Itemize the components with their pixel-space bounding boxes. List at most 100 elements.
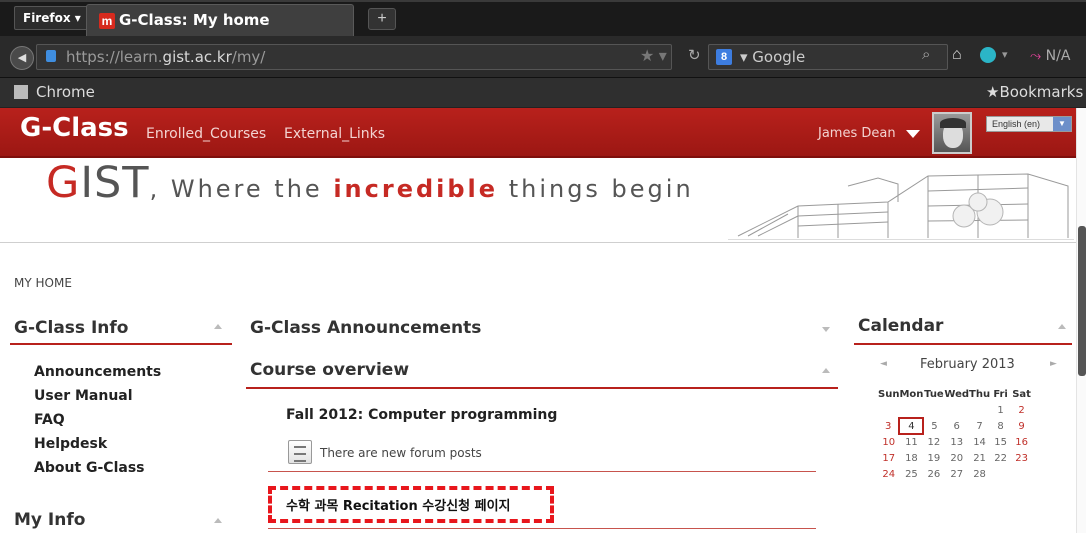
calendar-day[interactable]: 21 [969, 450, 990, 466]
nav-external-links[interactable]: External_Links [284, 126, 385, 142]
reload-icon[interactable]: ↻ [688, 46, 701, 64]
course-link[interactable]: Fall 2012: Computer programming [286, 407, 557, 423]
bookmark-folder-chrome[interactable]: Chrome [36, 83, 95, 101]
page-scrollbar[interactable] [1076, 108, 1086, 533]
calendar-grid: Sun Mon Tue Wed Thu Fri Sat 1 2 3 4 5 6 7 8 9 10 11 12 13 1… [878, 386, 1033, 482]
collapse-icon[interactable] [1058, 324, 1066, 329]
bookmarks-menu-label: Bookmarks [999, 83, 1084, 101]
calendar-empty-cell [878, 402, 899, 418]
calendar-day[interactable]: 8 [990, 418, 1011, 434]
tab-title: G-Class: My home [119, 11, 270, 29]
calendar-day[interactable]: 20 [944, 450, 969, 466]
back-arrow-icon[interactable]: ◀ [10, 46, 34, 70]
calendar-day[interactable]: 1 [990, 402, 1011, 418]
forum-icon [288, 440, 312, 464]
link-faq[interactable]: FAQ [34, 408, 161, 432]
calendar-day[interactable]: 14 [969, 434, 990, 450]
course-overview-title[interactable]: Course overview [250, 360, 409, 380]
block-rule [246, 387, 838, 389]
calendar-month-label[interactable]: February 2013 [920, 357, 1015, 372]
calendar-day[interactable]: 3 [878, 418, 899, 434]
calendar-day[interactable]: 18 [899, 450, 923, 466]
url-text[interactable]: https://learn.gist.ac.kr/my/ [66, 48, 265, 66]
announcements-title[interactable]: G-Class Announcements [250, 318, 481, 338]
calendar-day[interactable]: 25 [899, 466, 923, 482]
breadcrumb[interactable]: MY HOME [14, 276, 72, 290]
calendar-prev-icon[interactable]: ◄ [880, 359, 887, 369]
calendar-day[interactable]: 15 [990, 434, 1011, 450]
calendar-day[interactable]: 27 [944, 466, 969, 482]
bookmark-star-icon[interactable]: ★ ▾ [640, 46, 667, 66]
slogan-ist: IST [80, 158, 150, 208]
search-icon[interactable]: ⌕ [922, 46, 930, 63]
collapse-icon[interactable] [822, 368, 830, 373]
my-info-title[interactable]: My Info [14, 510, 85, 530]
google-icon[interactable]: 8 [716, 49, 732, 65]
forum-notice: There are new forum posts [320, 446, 482, 460]
firefox-menu-button[interactable]: Firefox ▾ [14, 6, 90, 30]
bookmarks-star-icon: ★ [986, 83, 1000, 101]
calendar-title[interactable]: Calendar [858, 316, 943, 336]
collapse-icon[interactable] [214, 518, 222, 523]
avatar[interactable] [932, 112, 972, 154]
calendar-day[interactable]: 16 [1011, 434, 1032, 450]
folder-icon [14, 85, 28, 99]
expand-icon[interactable] [822, 327, 830, 332]
calendar-day[interactable]: 22 [990, 450, 1011, 466]
calendar-day[interactable]: 11 [899, 434, 923, 450]
user-menu[interactable]: James Dean [818, 126, 896, 141]
calendar-day[interactable]: 19 [923, 450, 944, 466]
calendar-empty-cell [1011, 466, 1032, 482]
bookmarks-menu[interactable]: ★Bookmarks [986, 83, 1083, 101]
calendar-day[interactable]: 13 [944, 434, 969, 450]
link-announcements[interactable]: Announcements [34, 360, 161, 384]
link-about-g-class[interactable]: About G-Class [34, 456, 161, 480]
user-menu-caret-icon[interactable] [906, 130, 920, 138]
calendar-day[interactable]: 26 [923, 466, 944, 482]
calendar-day-header: Sun [878, 388, 900, 400]
calendar-day[interactable]: 10 [878, 434, 899, 450]
calendar-day[interactable]: 17 [878, 450, 899, 466]
language-select-value: English (en) [992, 119, 1041, 129]
url-domain: gist.ac.kr [162, 48, 232, 66]
calendar-day[interactable]: 4 [898, 417, 925, 435]
calendar-day[interactable]: 9 [1011, 418, 1032, 434]
new-tab-button[interactable]: + [368, 8, 396, 30]
calendar-day-header: Mon [899, 388, 924, 400]
calendar-next-icon[interactable]: ► [1050, 359, 1057, 369]
bookmarks-toolbar [0, 78, 1086, 108]
search-engine-label[interactable]: ▾ Google [740, 48, 805, 66]
slogan-where: Where the [160, 175, 334, 203]
calendar-day[interactable]: 23 [1011, 450, 1032, 466]
recitation-course-link[interactable]: 수학 과목 Recitation 수강신청 페이지 [286, 495, 511, 514]
scrollbar-thumb[interactable] [1078, 226, 1086, 376]
slogan-rest: things begin [498, 175, 694, 203]
url-path: /my/ [231, 48, 266, 66]
calendar-day[interactable]: 5 [923, 418, 944, 434]
link-user-manual[interactable]: User Manual [34, 384, 161, 408]
language-select[interactable]: English (en) ▼ [986, 116, 1072, 132]
chevron-down-icon[interactable]: ▾ [1002, 48, 1008, 61]
tab-g-class-my-home[interactable]: m G-Class: My home [86, 4, 354, 36]
calendar-empty-cell [899, 402, 923, 418]
avatar-hair [940, 118, 966, 128]
calendar-day[interactable]: 24 [878, 466, 899, 482]
calendar-empty-cell [969, 402, 990, 418]
nav-enrolled-courses[interactable]: Enrolled_Courses [146, 126, 266, 142]
calendar-day[interactable]: 6 [944, 418, 969, 434]
home-icon[interactable]: ⌂ [952, 46, 962, 64]
collapse-icon[interactable] [214, 324, 222, 329]
calendar-day[interactable]: 12 [923, 434, 944, 450]
addon-icon[interactable] [980, 47, 996, 63]
calendar-empty-cell [990, 466, 1011, 482]
calendar-day[interactable]: 2 [1011, 402, 1032, 418]
site-brand[interactable]: G-Class [20, 113, 129, 143]
addon-status[interactable]: ⤳ N/A [1030, 48, 1070, 64]
banner-slogan: GIST, Where the incredible things begin [46, 158, 694, 208]
calendar-day[interactable]: 28 [969, 466, 990, 482]
link-helpdesk[interactable]: Helpdesk [34, 432, 161, 456]
g-class-info-title[interactable]: G-Class Info [14, 318, 128, 338]
course-divider [268, 471, 816, 472]
slogan-g: G [46, 158, 81, 208]
calendar-day[interactable]: 7 [969, 418, 990, 434]
